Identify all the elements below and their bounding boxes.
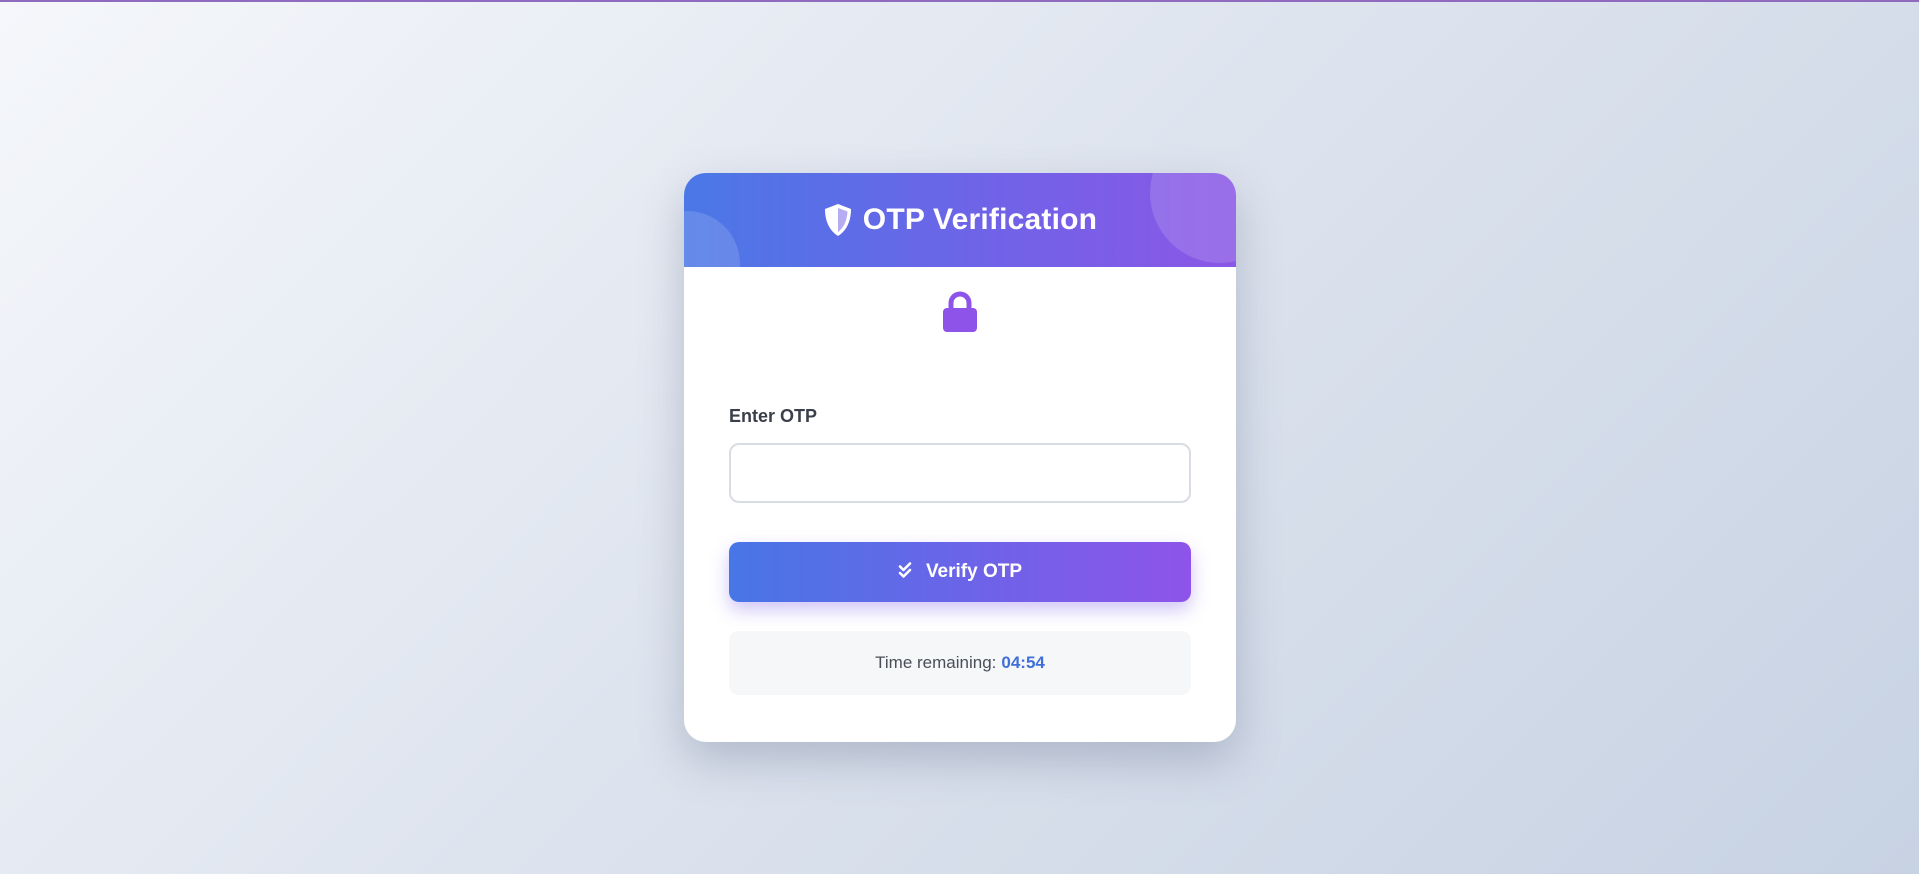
- lock-icon: [942, 291, 978, 338]
- otp-input[interactable]: [729, 443, 1191, 503]
- decorative-circle-right: [1150, 173, 1236, 263]
- double-check-icon: [898, 561, 918, 583]
- timer-value: 04:54: [1001, 653, 1045, 672]
- timer-label: Time remaining:: [875, 653, 997, 672]
- top-border-line: [0, 0, 1919, 2]
- lock-icon-wrap: [684, 291, 1236, 338]
- header-title-group: OTP Verification: [823, 203, 1097, 237]
- card-header: OTP Verification: [684, 173, 1236, 267]
- otp-label: Enter OTP: [729, 406, 818, 426]
- page-title: OTP Verification: [862, 203, 1098, 236]
- timer-box: Time remaining: 04:54: [729, 631, 1191, 695]
- verify-button-label: Verify OTP: [925, 561, 1023, 582]
- otp-card: OTP Verification Enter OTP Verify OTP Ti…: [684, 173, 1236, 742]
- shield-icon: [823, 203, 853, 237]
- decorative-circle-left: [684, 211, 740, 267]
- verify-otp-button[interactable]: Verify OTP: [729, 542, 1191, 602]
